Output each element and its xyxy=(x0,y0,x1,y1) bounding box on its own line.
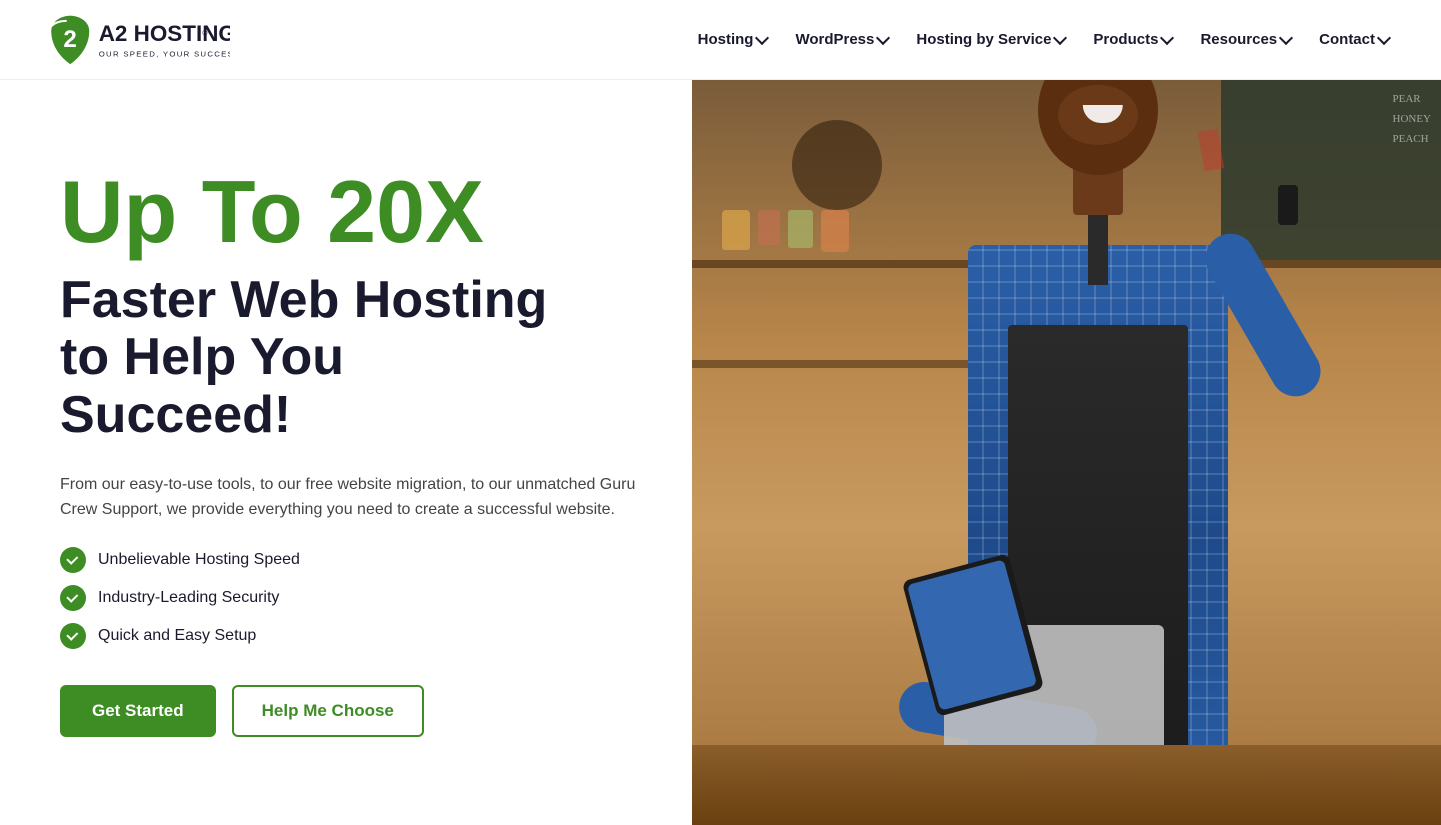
svg-text:OUR SPEED, YOUR SUCCESS: OUR SPEED, YOUR SUCCESS xyxy=(99,49,230,58)
hero-description: From our easy-to-use tools, to our free … xyxy=(60,472,640,523)
feature-speed: Unbelievable Hosting Speed xyxy=(60,547,652,573)
help-me-choose-button[interactable]: Help Me Choose xyxy=(232,685,424,737)
nav-links: Hosting WordPress Hosting by Service Pro… xyxy=(686,23,1401,56)
svg-text:A2 HOSTING: A2 HOSTING xyxy=(99,21,230,46)
nav-hosting[interactable]: Hosting xyxy=(686,23,780,56)
chevron-down-icon xyxy=(1160,31,1174,45)
nav-resources[interactable]: Resources xyxy=(1188,23,1303,56)
check-icon-speed xyxy=(60,547,86,573)
feature-setup: Quick and Easy Setup xyxy=(60,623,652,649)
chevron-down-icon xyxy=(1279,31,1293,45)
svg-text:®: ® xyxy=(202,30,207,38)
nav-hosting-by-service[interactable]: Hosting by Service xyxy=(904,23,1077,56)
get-started-button[interactable]: Get Started xyxy=(60,685,216,737)
hero-content: Up To 20X Faster Web Hosting to Help You… xyxy=(0,80,692,825)
features-list: Unbelievable Hosting Speed Industry-Lead… xyxy=(60,547,652,649)
svg-text:2: 2 xyxy=(63,26,76,53)
chevron-down-icon xyxy=(1377,31,1391,45)
chevron-down-icon xyxy=(1053,31,1067,45)
feature-security: Industry-Leading Security xyxy=(60,585,652,611)
check-icon-security xyxy=(60,585,86,611)
nav-wordpress[interactable]: WordPress xyxy=(783,23,900,56)
chevron-down-icon xyxy=(755,31,769,45)
chevron-down-icon xyxy=(876,31,890,45)
nav-contact[interactable]: Contact xyxy=(1307,23,1401,56)
navbar: 2 A2 HOSTING OUR SPEED, YOUR SUCCESS ® H… xyxy=(0,0,1441,80)
hero-headline-dark: Faster Web Hosting to Help You Succeed! xyxy=(60,272,652,444)
hero-section: Up To 20X Faster Web Hosting to Help You… xyxy=(0,80,1441,825)
nav-products[interactable]: Products xyxy=(1081,23,1184,56)
check-icon-setup xyxy=(60,623,86,649)
hero-headline-green: Up To 20X xyxy=(60,168,652,256)
cta-buttons: Get Started Help Me Choose xyxy=(60,685,652,737)
hero-image: PEARHONEYPEACH xyxy=(692,80,1441,825)
logo[interactable]: 2 A2 HOSTING OUR SPEED, YOUR SUCCESS ® xyxy=(40,7,230,72)
